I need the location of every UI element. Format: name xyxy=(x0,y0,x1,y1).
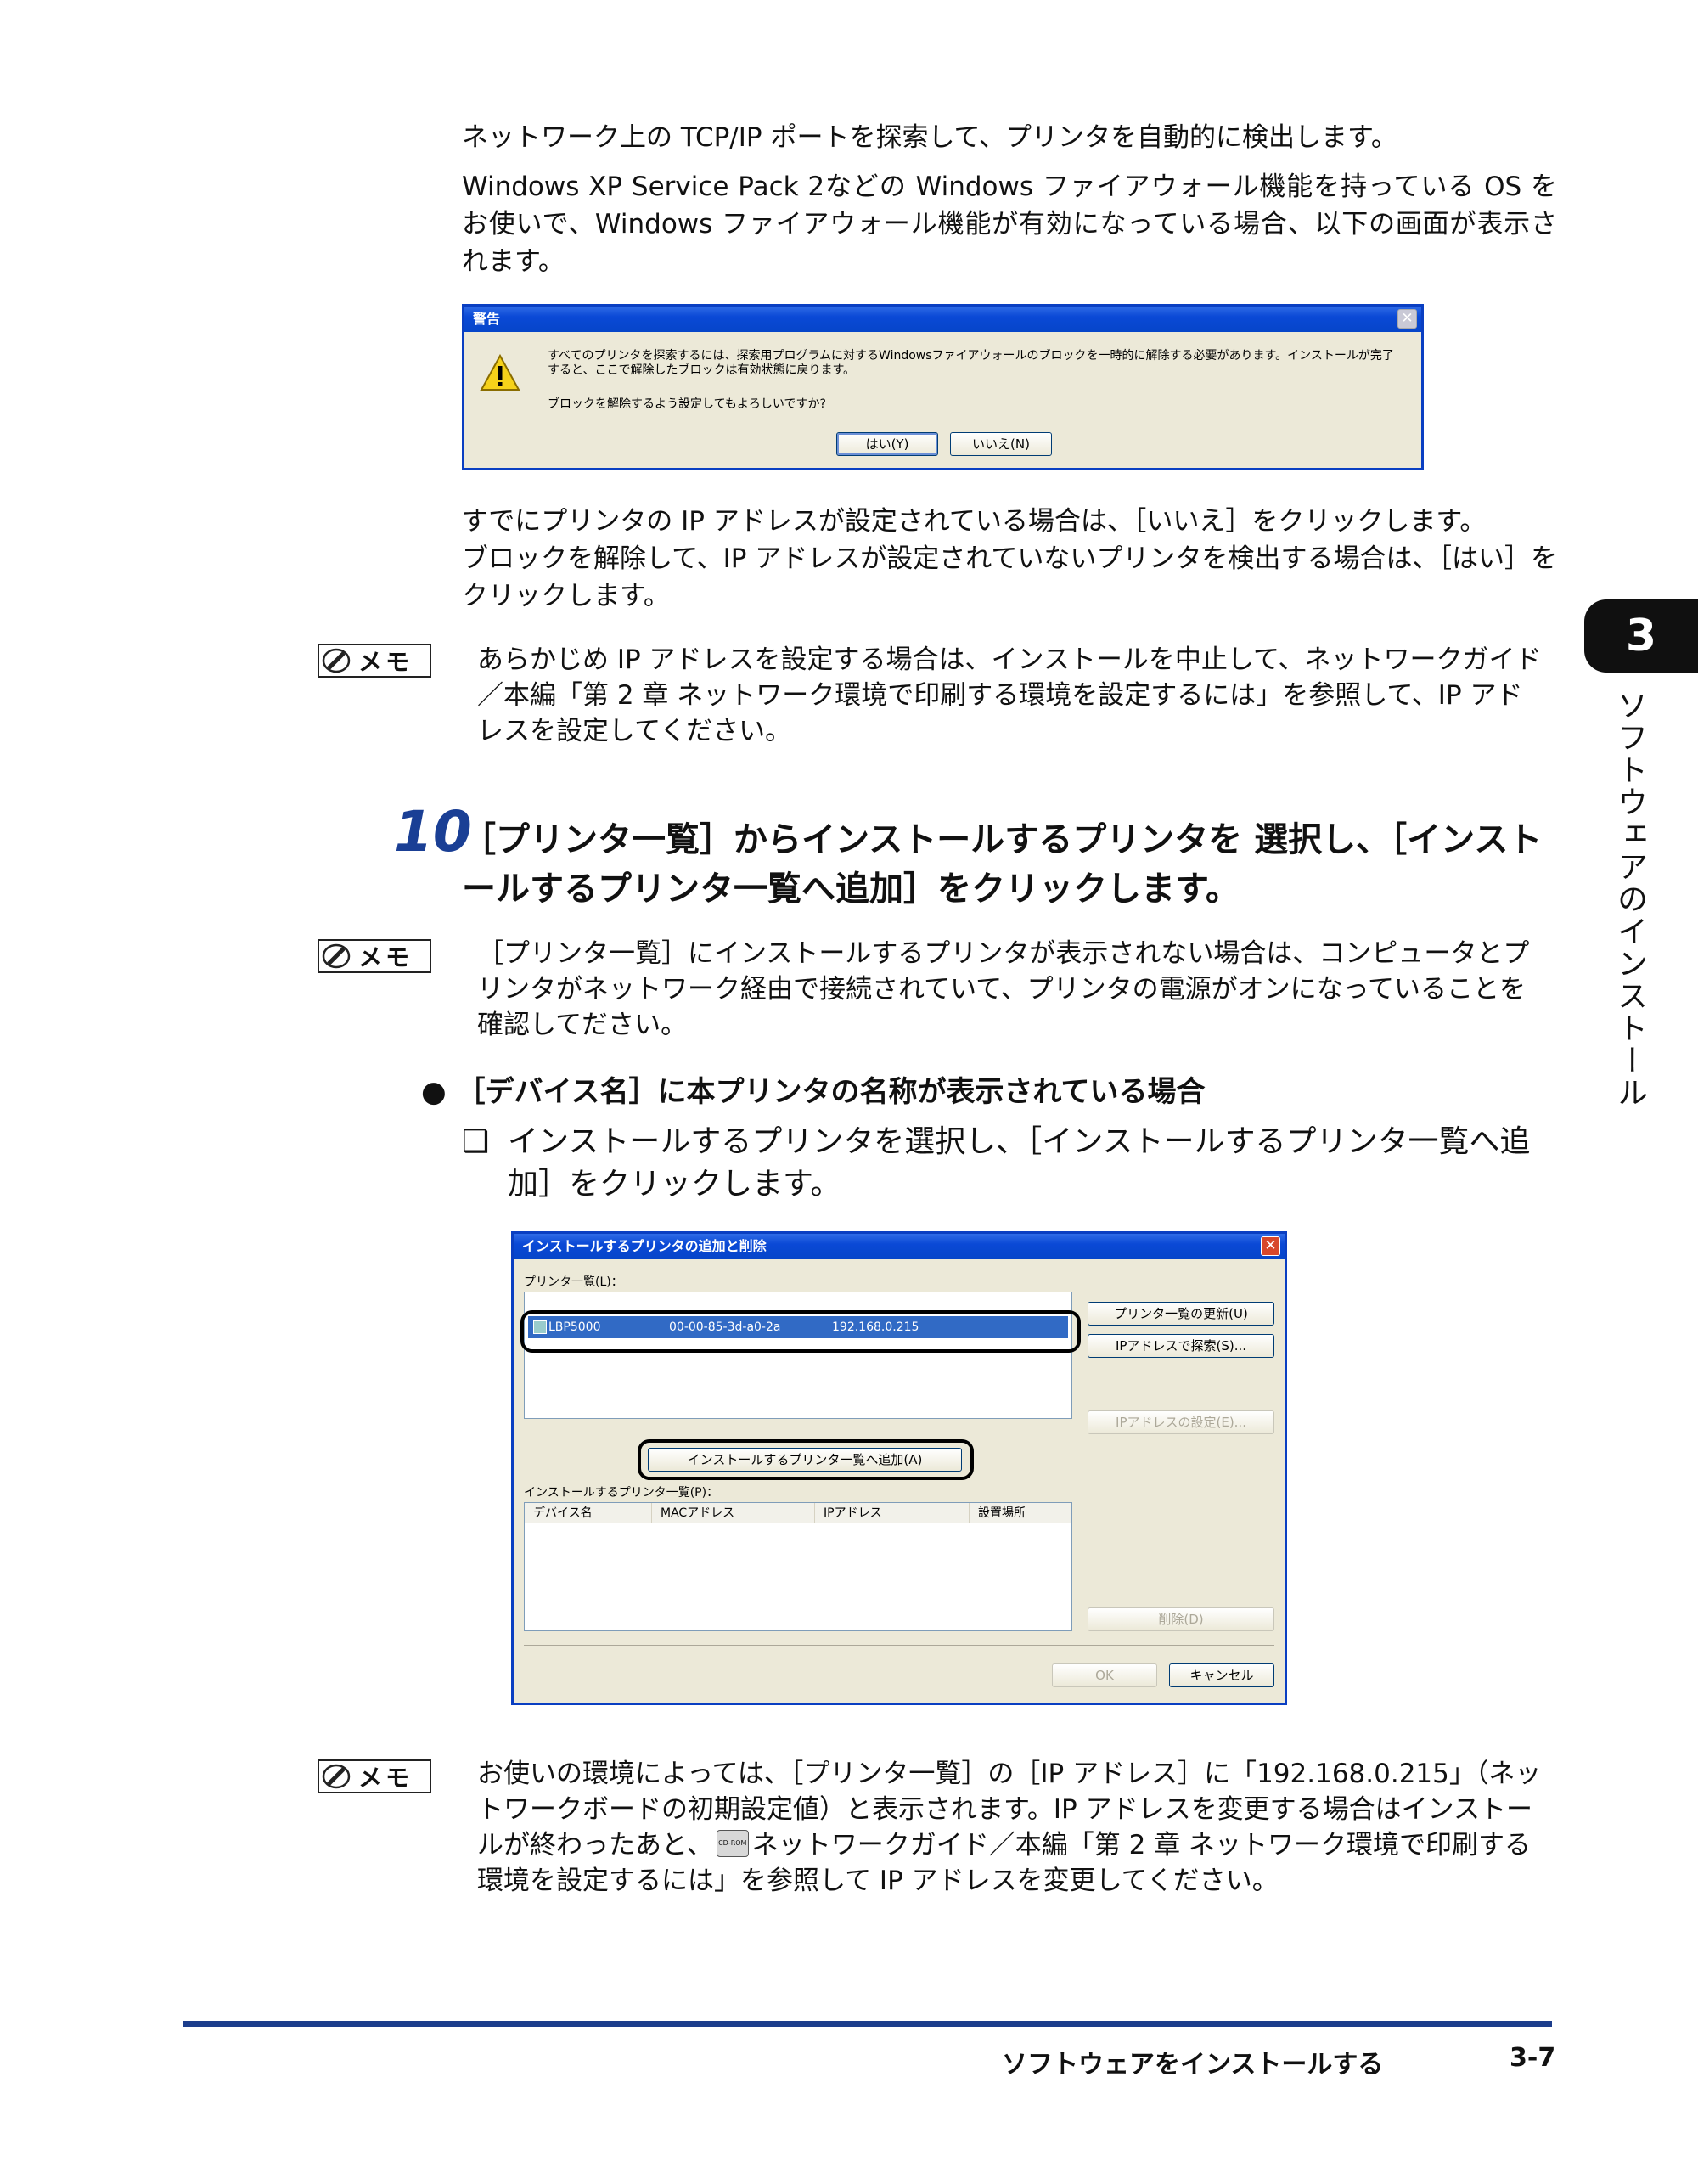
memo-text-3: お使いの環境によっては、［プリンタ一覧］の［IP アドレス］に「192.168.… xyxy=(477,1756,1549,1899)
dialog-message: すべてのプリンタを探索するには、探索用プログラムに対するWindowsファイアウ… xyxy=(548,349,1394,377)
install-printers-dialog: インストールするプリンタの追加と削除 ✕ プリンタ一覧(L)： LBP5000 … xyxy=(511,1231,1287,1705)
memo-badge: メモ xyxy=(318,939,431,973)
dialog-title-bar: 警告 ✕ xyxy=(464,307,1421,332)
dialog-question: ブロックを解除するよう設定してもよろしいですか? xyxy=(548,397,826,411)
intro-paragraph-1: ネットワーク上の TCP/IP ポートを探索して、プリンタを自動的に検出します。 xyxy=(462,122,1397,153)
close-icon[interactable]: ✕ xyxy=(1397,309,1417,329)
footer-section-title: ソフトウェアをインストールする xyxy=(1002,2050,1384,2080)
memo-label: メモ xyxy=(358,648,413,676)
column-header[interactable]: デバイス名 xyxy=(525,1503,652,1523)
chapter-title: ソフトウェアのインストール xyxy=(1612,690,1647,1109)
search-by-ip-button[interactable]: IPアドレスで探索(S)... xyxy=(1088,1334,1274,1358)
memo-text-1: あらかじめ IP アドレスを設定する場合は、インストールを中止して、ネットワーク… xyxy=(477,645,1542,746)
memo-text-2: ［プリンタ一覧］にインストールするプリンタが表示されない場合は、コンピュータとプ… xyxy=(477,938,1530,1040)
dialog-title-bar: インストールするプリンタの追加と削除 ✕ xyxy=(514,1234,1285,1259)
warning-icon xyxy=(480,353,520,391)
footer-rule xyxy=(183,2021,1552,2027)
memo-label: メモ xyxy=(358,943,413,971)
memo-badge: メモ xyxy=(318,644,431,678)
checkbox-icon: ❑ xyxy=(462,1124,490,1159)
after-dialog-paragraph-1: すでにプリンタの IP アドレスが設定されている場合は、［いいえ］をクリックしま… xyxy=(462,506,1487,537)
pencil-icon xyxy=(319,645,353,676)
step-heading: ［プリンタ一覧］からインストールするプリンタを 選択し、［インストールするプリン… xyxy=(462,820,1543,909)
dialog-title: インストールするプリンタの追加と削除 xyxy=(522,1238,767,1254)
firewall-warning-dialog: 警告 ✕ すべてのプリンタを探索するには、探索用プログラムに対するWindows… xyxy=(462,304,1424,470)
bullet-icon: ● xyxy=(421,1075,447,1109)
highlight-row-callout xyxy=(520,1310,1081,1353)
close-icon[interactable]: ✕ xyxy=(1261,1236,1280,1256)
chapter-tab: 3 xyxy=(1584,599,1698,673)
install-list-label: インストールするプリンタ一覧(P)： xyxy=(524,1486,719,1500)
cancel-button[interactable]: キャンセル xyxy=(1169,1663,1274,1687)
set-ip-button[interactable]: IPアドレスの設定(E)... xyxy=(1088,1410,1274,1434)
memo-label: メモ xyxy=(358,1764,413,1792)
delete-button[interactable]: 削除(D) xyxy=(1088,1607,1274,1631)
step-number: 10 xyxy=(394,799,472,864)
column-header[interactable]: 設置場所 xyxy=(970,1503,1071,1523)
yes-button[interactable]: はい(Y) xyxy=(836,432,938,456)
chapter-number: 3 xyxy=(1625,611,1657,661)
printer-list-label: プリンタ一覧(L)： xyxy=(524,1275,623,1289)
memo-badge: メモ xyxy=(318,1759,431,1793)
refresh-list-button[interactable]: プリンタ一覧の更新(U) xyxy=(1088,1302,1274,1326)
ok-button[interactable]: OK xyxy=(1052,1663,1157,1687)
checkbox-item-text: インストールするプリンタを選択し、［インストールするプリンタ一覧へ追加］をクリッ… xyxy=(508,1124,1531,1202)
dialog-divider xyxy=(524,1645,1274,1646)
highlight-add-button-callout xyxy=(638,1439,974,1480)
cd-rom-icon: CD-ROM xyxy=(716,1830,749,1857)
pencil-icon xyxy=(319,1761,353,1792)
checkbox-item: ❑ インストールするプリンタを選択し、［インストールするプリンタ一覧へ追加］をク… xyxy=(462,1121,1557,1206)
install-list[interactable]: デバイス名 MACアドレス IPアドレス 設置場所 xyxy=(524,1502,1072,1631)
page-number: 3-7 xyxy=(1510,2043,1556,2073)
intro-paragraph-2: Windows XP Service Pack 2などの Windows ファイ… xyxy=(462,172,1557,277)
no-button[interactable]: いいえ(N) xyxy=(950,432,1052,456)
bullet-item: ● ［デバイス名］に本プリンタの名称が表示されている場合 xyxy=(421,1072,1550,1112)
column-header[interactable]: IPアドレス xyxy=(815,1503,970,1523)
dialog-title: 警告 xyxy=(473,311,501,327)
column-header[interactable]: MACアドレス xyxy=(652,1503,815,1523)
after-dialog-paragraph-2: ブロックを解除して、IP アドレスが設定されていないプリンタを検出する場合は、［… xyxy=(462,543,1557,611)
bullet-text: ［デバイス名］に本プリンタの名称が表示されている場合 xyxy=(456,1075,1206,1109)
pencil-icon xyxy=(319,941,353,971)
